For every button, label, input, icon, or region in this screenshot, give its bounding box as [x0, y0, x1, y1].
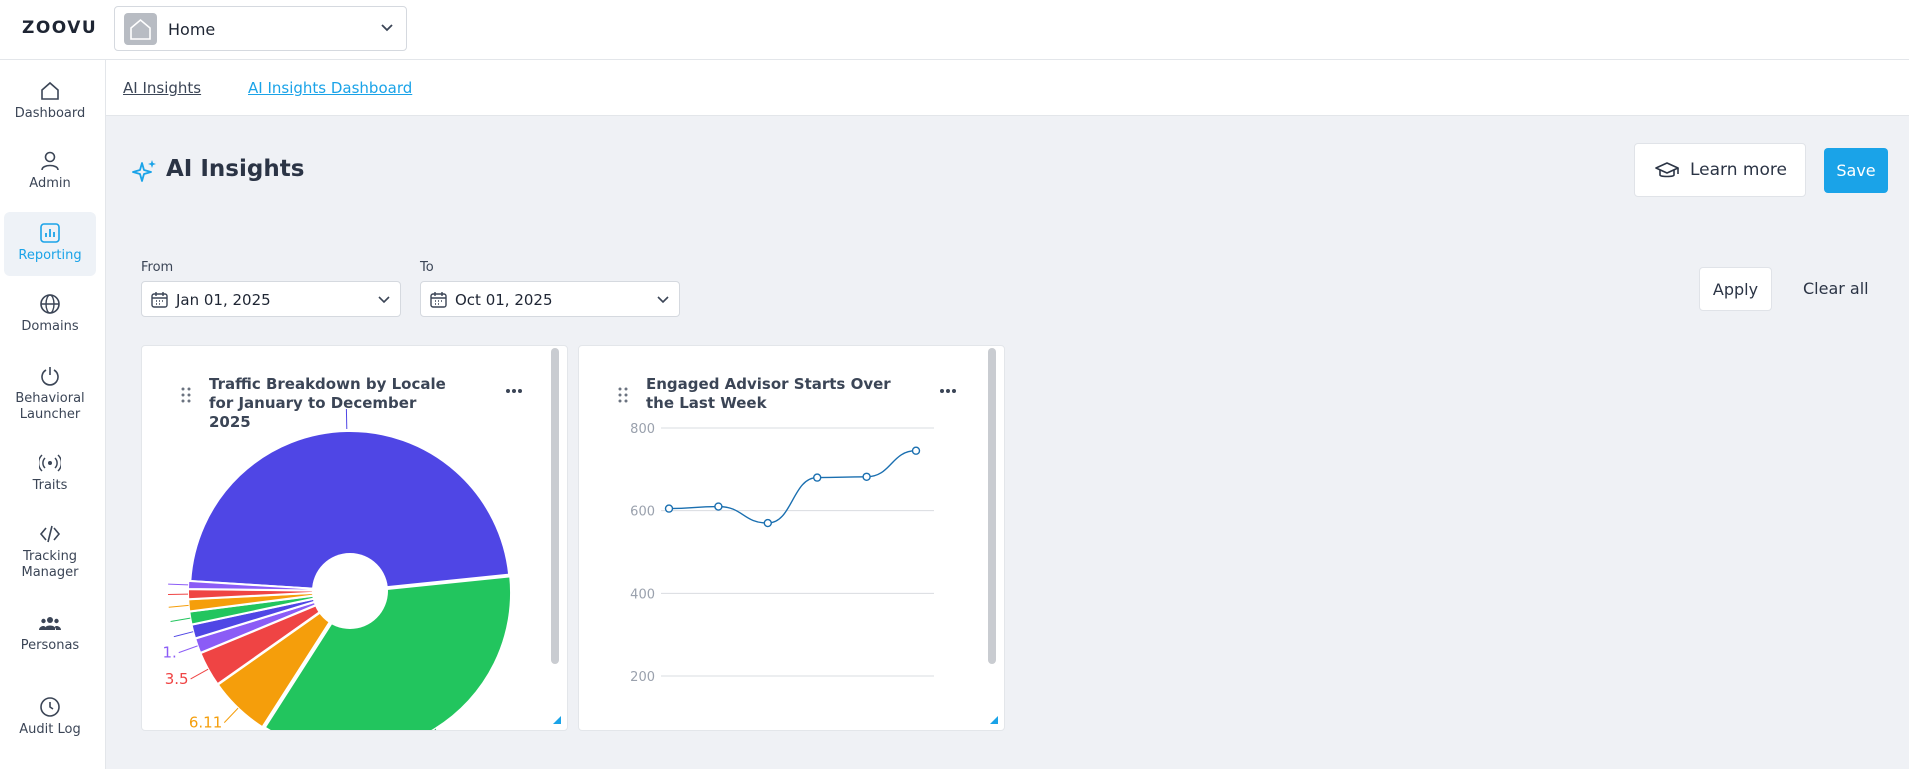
- pie-leader-line: [173, 631, 194, 638]
- people-icon: [39, 617, 61, 630]
- sidebar-item-tracking-manager[interactable]: Tracking Manager: [4, 523, 96, 581]
- graduation-cap-icon: [1655, 162, 1679, 178]
- chevron-down-icon: [657, 296, 669, 304]
- sidebar-item-label: Domains: [21, 319, 79, 334]
- from-label: From: [141, 260, 174, 275]
- breadcrumb-ai-insights[interactable]: AI Insights: [123, 79, 201, 97]
- top-bar: ZOOVU Home: [0, 0, 1909, 60]
- data-point: [911, 446, 921, 455]
- resize-handle-icon[interactable]: [990, 716, 998, 724]
- pie-data-label: 3.5: [165, 670, 189, 688]
- clear-all-button[interactable]: Clear all: [1803, 279, 1869, 298]
- series-line: [668, 450, 917, 524]
- save-button[interactable]: Save: [1824, 148, 1888, 193]
- sidebar-item-label: Reporting: [18, 248, 82, 263]
- data-point: [862, 472, 871, 481]
- pie-leader-line: [434, 728, 437, 730]
- to-label: To: [420, 260, 434, 275]
- sidebar-item-label: Admin: [29, 176, 71, 191]
- app-logo[interactable]: ZOOVU: [22, 18, 97, 38]
- bar-chart-icon: [40, 223, 60, 243]
- pie-leader-line: [168, 583, 189, 586]
- engaged-advisor-starts-card: Engaged Advisor Starts Over the Last Wee…: [578, 345, 1005, 731]
- pie-leader-line: [178, 645, 198, 654]
- home-icon: [41, 81, 59, 100]
- learn-more-label: Learn more: [1690, 160, 1787, 180]
- apply-button[interactable]: Apply: [1699, 267, 1772, 311]
- pie-leader-line: [223, 707, 239, 723]
- from-date-picker[interactable]: Jan 01, 2025: [141, 281, 401, 317]
- to-date-value: Oct 01, 2025: [455, 291, 553, 309]
- y-tick-label: 200: [630, 670, 655, 685]
- broadcast-icon: [39, 454, 61, 472]
- resize-handle-icon[interactable]: [553, 716, 561, 724]
- from-date-value: Jan 01, 2025: [176, 291, 271, 309]
- pie-center-hole: [312, 553, 388, 629]
- pie-leader-line: [190, 668, 209, 680]
- sidebar-item-label: Traits: [32, 478, 68, 493]
- workspace-selector[interactable]: Home: [114, 6, 407, 51]
- chevron-down-icon: [381, 24, 393, 32]
- user-icon: [41, 151, 59, 171]
- workspace-label: Home: [168, 20, 216, 39]
- sidebar-item-audit-log[interactable]: Audit Log: [4, 696, 96, 738]
- calendar-icon: [151, 292, 168, 308]
- pie-leader-line: [168, 604, 189, 608]
- breadcrumb: AI Insights AI Insights Dashboard: [106, 60, 1909, 116]
- globe-icon: [40, 294, 60, 314]
- card-scrollbar[interactable]: [551, 348, 559, 664]
- advisor-starts-line-chart: 200 400 600 800: [630, 422, 934, 685]
- learn-more-button[interactable]: Learn more: [1634, 143, 1806, 197]
- page-title: AI Insights: [166, 156, 305, 182]
- sidebar-item-reporting[interactable]: Reporting: [4, 212, 96, 276]
- data-point: [664, 504, 674, 513]
- sidebar-item-behavioral-launcher[interactable]: Behavioral Launcher: [4, 365, 96, 423]
- y-tick-label: 800: [630, 422, 655, 437]
- power-icon: [41, 367, 59, 386]
- code-icon: [39, 525, 61, 543]
- sidebar-item-label: Personas: [20, 638, 80, 653]
- workspace-home-icon: [124, 13, 157, 45]
- data-point: [714, 502, 723, 511]
- to-date-picker[interactable]: Oct 01, 2025: [420, 281, 680, 317]
- pie-data-label: 6.11: [189, 714, 222, 731]
- sparkles-icon: [132, 160, 156, 182]
- chevron-down-icon: [378, 296, 390, 304]
- sidebar-item-label: Tracking Manager: [21, 549, 79, 580]
- sidebar: Dashboard Admin Reporting Domains Behavi…: [0, 60, 106, 769]
- sidebar-item-admin[interactable]: Admin: [4, 150, 96, 192]
- pie-data-label: 1.: [162, 644, 176, 662]
- sidebar-item-dashboard[interactable]: Dashboard: [4, 80, 96, 122]
- sidebar-item-label: Behavioral Launcher: [15, 391, 85, 422]
- data-point: [763, 518, 773, 528]
- sidebar-item-traits[interactable]: Traits: [4, 452, 96, 494]
- y-tick-label: 600: [630, 505, 655, 520]
- data-point: [812, 473, 822, 482]
- sidebar-item-label: Audit Log: [19, 722, 81, 737]
- y-tick-label: 400: [630, 587, 655, 602]
- sidebar-item-personas[interactable]: Personas: [4, 612, 96, 654]
- pie-leader-line: [170, 617, 191, 622]
- card-scrollbar[interactable]: [988, 348, 996, 664]
- sidebar-item-label: Dashboard: [14, 106, 86, 121]
- sidebar-item-domains[interactable]: Domains: [4, 293, 96, 335]
- traffic-breakdown-card: Traffic Breakdown by Locale for January …: [141, 345, 568, 731]
- breadcrumb-ai-insights-dashboard[interactable]: AI Insights Dashboard: [248, 79, 412, 97]
- traffic-pie-chart: 35.416.113.51.: [162, 409, 512, 731]
- calendar-icon: [430, 292, 447, 308]
- clock-icon: [40, 697, 60, 717]
